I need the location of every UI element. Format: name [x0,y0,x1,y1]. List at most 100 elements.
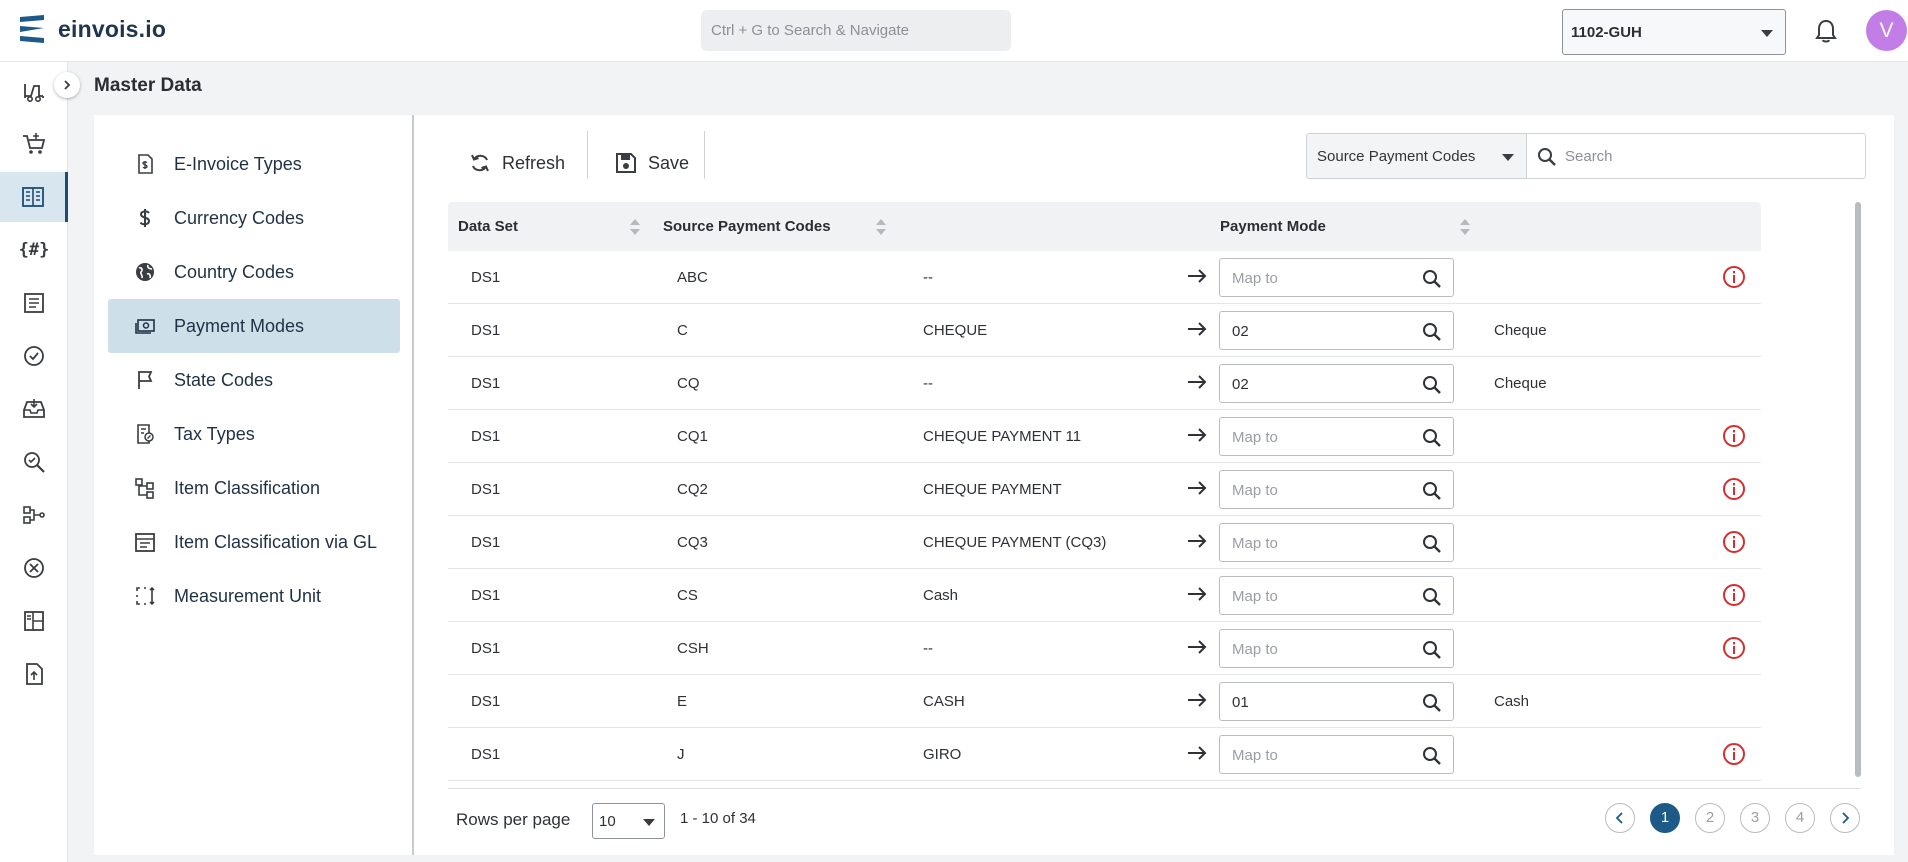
col-header-payment-mode[interactable]: Payment Mode [1220,218,1326,235]
search-input[interactable] [1565,142,1855,170]
expand-rail-button[interactable] [54,72,80,98]
rail-master-data[interactable] [0,172,68,222]
toolbar-divider [587,131,588,179]
search-icon[interactable] [1421,692,1443,714]
company-select[interactable]: 1102-GUH [1562,9,1786,55]
rail-upload[interactable] [0,649,68,699]
source-desc-cell: -- [923,269,933,286]
source-code-cell: CQ1 [677,428,708,445]
map-to-field [1219,523,1454,562]
rail-dashboard[interactable] [0,596,68,646]
map-to-input[interactable] [1232,320,1402,342]
menu-item-label: Country Codes [174,261,295,282]
rail-codes[interactable]: {#} [0,225,68,275]
table-row: DS1 CSH -- [448,622,1761,675]
menu-item-item-classification[interactable]: Item Classification [108,461,400,515]
map-to-input[interactable] [1232,426,1402,448]
map-to-field [1219,258,1454,297]
rail-inbox[interactable] [0,384,68,434]
menu-item-e-invoice-types[interactable]: E-Invoice Types [108,137,400,191]
source-desc-cell: -- [923,640,933,657]
avatar[interactable]: V [1866,10,1907,51]
menu-item-label: E-Invoice Types [174,153,302,174]
map-to-input[interactable] [1232,373,1402,395]
forklift-icon [24,84,44,102]
page-4-button[interactable]: 4 [1785,803,1815,833]
rail-cart[interactable] [0,119,68,169]
map-to-input[interactable] [1232,479,1402,501]
search-icon[interactable] [1421,268,1443,290]
payment-modes-table: Data Set Source Payment Codes Payment Mo… [448,202,1761,781]
source-desc-cell: -- [923,375,933,392]
table-row: DS1 CQ -- Cheque [448,357,1761,410]
rows-per-page-select[interactable]: 10 [592,803,665,839]
search-icon[interactable] [1421,374,1443,396]
col-header-dataset[interactable]: Data Set [458,218,518,235]
search-icon[interactable] [1421,321,1443,343]
search-icon[interactable] [1421,639,1443,661]
flag-icon [138,371,153,389]
menu-item-currency-codes[interactable]: Currency Codes [108,191,400,245]
chevron-left-icon [1615,812,1623,824]
menu-item-country-codes[interactable]: Country Codes [108,245,400,299]
sort-icon[interactable] [876,219,886,237]
map-to-field [1219,470,1454,509]
refresh-button[interactable]: Refresh [468,141,565,185]
bell-icon[interactable] [1814,18,1838,44]
menu-item-state-codes[interactable]: State Codes [108,353,400,407]
ledger-icon [135,533,155,552]
global-search[interactable]: Ctrl + G to Search & Navigate [701,10,1011,51]
search-icon[interactable] [1421,427,1443,449]
map-to-input[interactable] [1232,691,1402,713]
menu-item-payment-modes[interactable]: Payment Modes [108,299,400,353]
page-2-button[interactable]: 2 [1695,803,1725,833]
filter-value: Source Payment Codes [1317,148,1476,165]
arrow-right-icon [1188,640,1207,654]
payment-mode-desc: Cheque [1494,375,1547,392]
page-1-button[interactable]: 1 [1650,803,1680,833]
filter-field-select[interactable]: Source Payment Codes [1306,133,1526,179]
rail-flow[interactable] [0,490,68,540]
sort-icon[interactable] [630,219,640,237]
table-row: DS1 CQ3 CHEQUE PAYMENT (CQ3) [448,516,1761,569]
rail-cancel[interactable] [0,543,68,593]
source-desc-cell: CHEQUE PAYMENT (CQ3) [923,534,1107,551]
sort-icon[interactable] [1460,219,1470,237]
dashboard-icon [24,611,44,631]
search-icon[interactable] [1421,533,1443,555]
dollar-icon [139,209,151,227]
menu-item-item-classification-gl[interactable]: Item Classification via GL [108,515,400,569]
map-to-input[interactable] [1232,638,1402,660]
company-value: 1102-GUH [1571,24,1642,41]
refresh-label: Refresh [502,152,566,173]
prev-page-button[interactable] [1605,803,1635,833]
logo[interactable]: einvois.io [18,14,166,44]
save-button[interactable]: Save [614,141,689,185]
map-to-input[interactable] [1232,532,1402,554]
map-to-input[interactable] [1232,585,1402,607]
next-page-button[interactable] [1830,803,1860,833]
table-row: DS1 CQ1 CHEQUE PAYMENT 11 [448,410,1761,463]
menu-item-tax-types[interactable]: Tax Types [108,407,400,461]
rows-per-page-value: 10 [599,813,616,830]
hierarchy-icon [135,478,154,499]
col-header-source[interactable]: Source Payment Codes [663,218,831,235]
map-to-field [1219,682,1454,721]
search-icon[interactable] [1421,745,1443,767]
source-code-cell: CSH [677,640,709,657]
table-row: DS1 CQ2 CHEQUE PAYMENT [448,463,1761,516]
rail-search[interactable] [0,437,68,487]
page-3-button[interactable]: 3 [1740,803,1770,833]
rail-check[interactable] [0,331,68,381]
map-to-input[interactable] [1232,267,1402,289]
table-scrollbar[interactable] [1855,202,1861,777]
rail-list[interactable] [0,278,68,328]
menu-item-label: State Codes [174,369,274,390]
dataset-cell: DS1 [471,640,501,657]
search-icon[interactable] [1421,480,1443,502]
menu-item-measurement-unit[interactable]: Measurement Unit [108,569,400,623]
chevron-down-icon [643,819,655,826]
search-icon[interactable] [1421,586,1443,608]
cancel-circle-icon [24,558,44,578]
map-to-input[interactable] [1232,744,1402,766]
